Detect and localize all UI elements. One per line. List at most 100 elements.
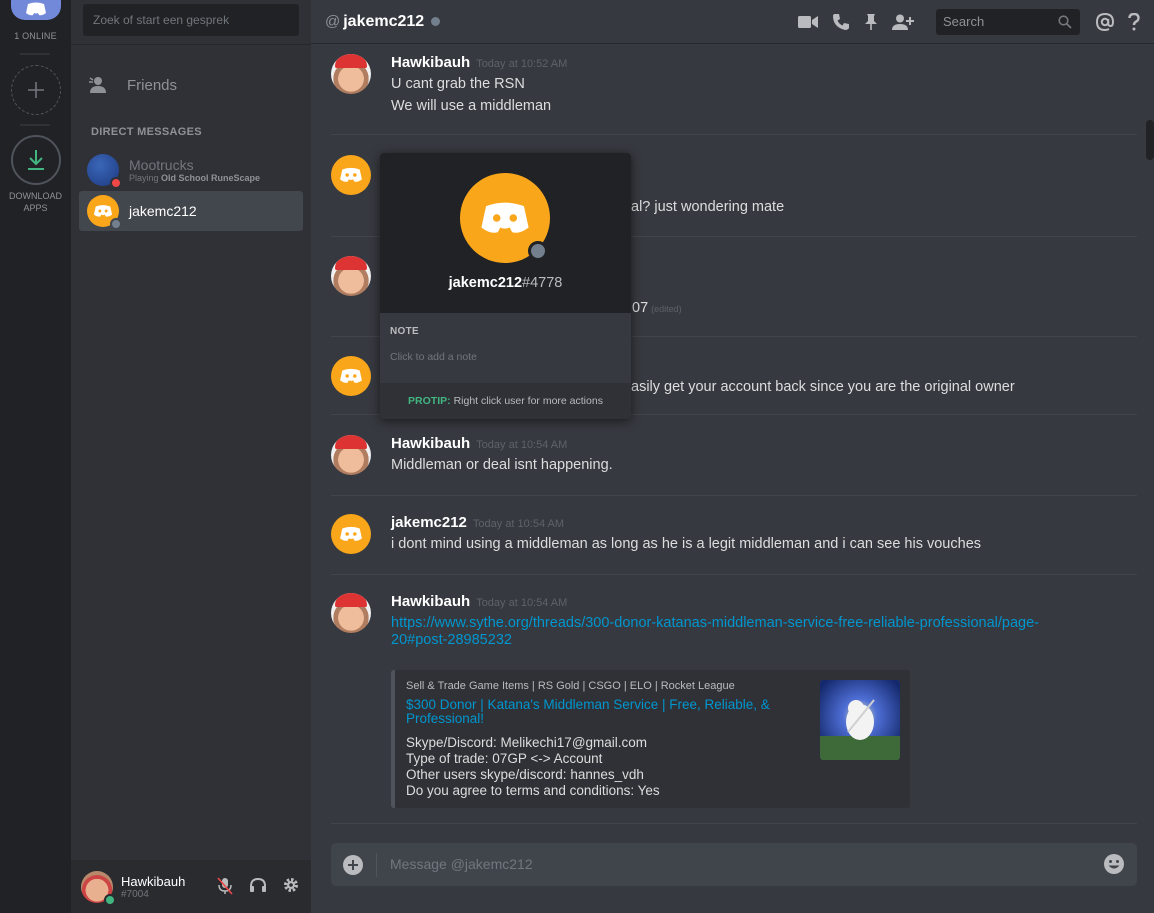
online-count: 1 ONLINE — [14, 31, 57, 41]
avatar[interactable] — [331, 514, 371, 554]
note-input[interactable]: Click to add a note — [390, 351, 477, 363]
popout-discriminator: #4778 — [522, 275, 563, 291]
message-author[interactable]: jakemc212 Today at 10:54 AM — [391, 514, 564, 531]
message-link[interactable]: https://www.sythe.org/threads/300-donor-… — [391, 615, 1039, 631]
message-link[interactable]: 20#post-28985232 — [391, 632, 512, 648]
message-scrollbar[interactable] — [1146, 48, 1154, 818]
direct-messages-header: DIRECT MESSAGES — [91, 126, 202, 138]
message-author[interactable]: Hawkibauh Today at 10:54 AM — [391, 593, 567, 610]
friends-label: Friends — [127, 76, 178, 94]
avatar[interactable] — [331, 256, 371, 296]
avatar — [87, 154, 122, 189]
friends-link[interactable]: Friends — [79, 68, 303, 102]
protip-footer: PROTIP: Right click user for more action… — [380, 383, 631, 419]
friends-icon — [89, 77, 106, 93]
offline-status-icon — [110, 218, 122, 230]
katana-thumbnail-image — [820, 680, 900, 760]
message-group: Hawkibauh Today at 10:54 AM Middleman or … — [331, 435, 1137, 495]
message-composer[interactable]: Message @jakemc212 — [331, 843, 1137, 886]
message-timestamp: Today at 10:54 AM — [476, 597, 568, 609]
cap-shape — [335, 435, 367, 449]
user-avatar[interactable] — [81, 870, 116, 906]
embed-description: Skype/Discord: Melikechi17@gmail.com Typ… — [406, 735, 660, 799]
headphones-icon[interactable] — [249, 877, 267, 893]
cap-shape — [335, 54, 367, 68]
message-author[interactable]: Hawkibauh Today at 10:54 AM — [391, 435, 567, 452]
help-button[interactable] — [1128, 13, 1140, 31]
avatar[interactable] — [331, 593, 371, 633]
rail-divider — [20, 124, 50, 126]
online-status-icon — [104, 893, 116, 906]
discord-logo-icon — [481, 202, 529, 233]
video-camera-icon — [798, 16, 818, 28]
rail-divider — [20, 53, 50, 55]
message-text: 07 (edited) — [632, 300, 682, 316]
author-name[interactable]: Hawkibauh — [391, 435, 470, 452]
author-name[interactable]: Hawkibauh — [391, 54, 470, 71]
embed-title-link[interactable]: $300 Donor | Katana's Middleman Service … — [406, 698, 786, 726]
edited-label: (edited) — [651, 304, 682, 314]
add-friend-to-dm-button[interactable] — [892, 14, 914, 30]
embed-thumbnail[interactable] — [820, 680, 900, 760]
protip-label: PROTIP: — [408, 395, 451, 407]
message-text: We will use a middleman — [391, 98, 552, 114]
home-button[interactable] — [11, 0, 61, 20]
dm-item-jakemc212[interactable]: jakemc212 — [79, 191, 303, 231]
message-input-placeholder[interactable]: Message @jakemc212 — [390, 856, 533, 872]
avatar[interactable] — [331, 356, 371, 396]
mentions-button[interactable] — [1096, 13, 1114, 31]
popout-header: jakemc212#4778 — [380, 153, 631, 313]
avatar — [87, 195, 122, 230]
embed-line: Other users skype/discord: hannes_vdh — [406, 767, 644, 782]
author-name[interactable]: jakemc212 — [391, 514, 467, 531]
dm-item-mootrucks[interactable]: Mootrucks Playing Old School RuneScape — [79, 150, 303, 190]
popout-username: jakemc212#4778 — [380, 275, 631, 291]
message-author[interactable]: Hawkibauh Today at 10:52 AM — [391, 54, 567, 71]
discord-logo-icon — [340, 368, 362, 383]
message-divider — [331, 134, 1137, 135]
header-toolbar: Search — [798, 0, 1154, 44]
message-text: U cant grab the RSN — [391, 76, 525, 92]
avatar[interactable] — [331, 155, 371, 195]
download-apps-label: DOWNLOAD APPS — [0, 190, 71, 214]
user-profile-popout: jakemc212#4778 NOTE Click to add a note … — [380, 153, 631, 419]
scrollbar-thumb[interactable] — [1146, 120, 1154, 160]
note-label: NOTE — [390, 326, 419, 337]
message-text: al? just wondering mate — [631, 199, 785, 215]
at-mention-icon — [1096, 13, 1114, 31]
username: Hawkibauh — [121, 873, 186, 889]
phone-icon — [833, 14, 849, 30]
avatar[interactable] — [331, 435, 371, 475]
avatar[interactable] — [331, 54, 371, 94]
download-apps-button[interactable] — [11, 135, 61, 185]
embed-provider: Sell & Trade Game Items | RS Gold | CSGO… — [406, 680, 735, 692]
video-call-button[interactable] — [798, 15, 818, 29]
chat-main: @ jakemc212 Search Hawkibauh Today at 10… — [311, 0, 1154, 913]
voice-call-button[interactable] — [832, 13, 850, 31]
dm-search-input[interactable]: Zoek of start een gesprek — [83, 4, 299, 36]
emoji-picker-icon[interactable] — [1103, 853, 1125, 875]
dnd-status-icon — [110, 177, 122, 189]
dm-name: jakemc212 — [129, 203, 197, 219]
offline-status-icon — [528, 241, 548, 261]
add-server-button[interactable] — [11, 65, 61, 115]
composer-separator — [376, 853, 377, 877]
popout-name: jakemc212 — [448, 275, 523, 291]
message-timestamp: Today at 10:52 AM — [476, 58, 568, 70]
user-tag: #7004 — [121, 888, 149, 900]
pinned-messages-button[interactable] — [864, 13, 878, 31]
pin-icon — [865, 14, 877, 30]
embed-line: Do you agree to terms and conditions: Ye… — [406, 783, 660, 798]
chat-header: @ jakemc212 Search — [311, 0, 1154, 44]
message-search-input[interactable]: Search — [936, 9, 1080, 35]
message-group: Hawkibauh Today at 10:54 AM https://www.s… — [331, 593, 1137, 815]
message-timestamp: Today at 10:54 AM — [472, 518, 565, 530]
discord-logo-icon — [340, 167, 362, 182]
settings-gear-icon[interactable] — [283, 877, 299, 893]
dm-name: Mootrucks — [129, 157, 194, 173]
author-name[interactable]: Hawkibauh — [391, 593, 470, 610]
mute-mic-icon[interactable] — [217, 877, 233, 895]
offline-status-icon — [431, 17, 441, 26]
upload-plus-icon[interactable] — [343, 855, 363, 875]
discord-logo-icon — [340, 526, 362, 541]
